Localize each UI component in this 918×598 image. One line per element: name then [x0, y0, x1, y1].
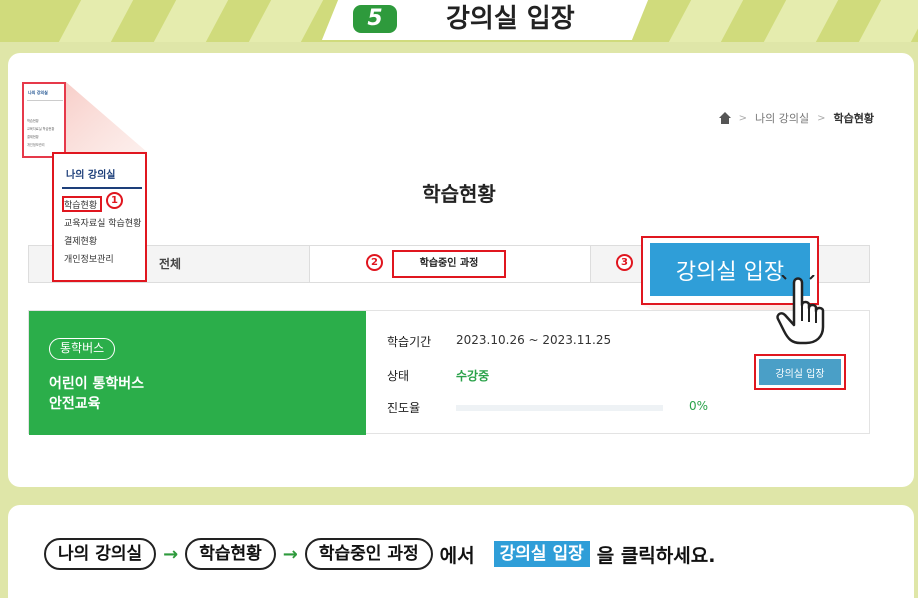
progress-label: 진도율	[387, 401, 421, 415]
course-title-line2: 안전교육	[49, 396, 101, 412]
sidebar-menu-title: 나의 강의실	[66, 170, 116, 181]
instruction-row: 나의 강의실 → 학습현황 → 학습중인 과정 에서 강의실 입장 을 클릭하세…	[44, 534, 715, 574]
thumbnail-item: 학습현황	[27, 119, 39, 123]
pointer-hand-icon	[776, 275, 825, 345]
sidebar-menu-zoom: 나의 강의실 학습현황 교육자료실 학습현황 결제현황 개인정보관리	[52, 152, 147, 282]
progress-bar	[456, 405, 663, 411]
instruction-step-my-classroom: 나의 강의실	[44, 538, 157, 570]
status-label: 상태	[387, 369, 410, 383]
course-banner: 통학버스 어린이 통학버스 안전교육	[29, 311, 366, 435]
sidebar-item-materials-status[interactable]: 교육자료실 학습현황	[64, 216, 141, 229]
arrow-icon: →	[282, 543, 298, 565]
breadcrumb-my-classroom[interactable]: 나의 강의실	[755, 110, 809, 126]
enter-classroom-button[interactable]: 강의실 입장	[759, 359, 841, 385]
thumbnail-item: 개인정보관리	[27, 143, 45, 147]
thumbnail-divider	[27, 100, 63, 101]
course-category-badge: 통학버스	[49, 338, 116, 360]
sidebar-menu-underline	[62, 187, 142, 189]
callout-1: 1	[106, 192, 123, 209]
instruction-highlight: 강의실 입장	[493, 541, 590, 567]
course-card: 통학버스 어린이 통학버스 안전교육 학습기간 2023.10.26 ~ 202…	[28, 310, 870, 435]
status-value: 수강중	[456, 369, 490, 383]
progress-percent: 0%	[689, 399, 709, 413]
arrow-icon: →	[163, 543, 179, 565]
breadcrumb-separator: >	[817, 112, 826, 124]
sidebar-item-payment[interactable]: 결제현황	[64, 234, 97, 247]
tab-in-progress-label: 학습중인 과정	[392, 250, 506, 278]
breadcrumb-separator: >	[738, 112, 748, 124]
sidebar-item-learning-status[interactable]: 학습현황	[64, 198, 97, 211]
course-title-line1: 어린이 통학버스	[49, 376, 145, 392]
instruction-step-learning-status: 학습현황	[185, 538, 276, 570]
instruction-step-in-progress: 학습중인 과정	[304, 538, 433, 570]
breadcrumb-current: 학습현황	[833, 112, 874, 125]
thumbnail-item: 결제현황	[27, 135, 39, 139]
sidebar-thumbnail: 나의 강의실 학습현황 교육자료실 학습현황 결제현황 개인정보관리	[22, 82, 66, 158]
callout-2: 2	[366, 254, 383, 271]
home-icon[interactable]	[718, 112, 731, 124]
period-value: 2023.10.26 ~ 2023.11.25	[456, 333, 612, 347]
tab-in-progress[interactable]: 학습중인 과정	[309, 246, 591, 282]
instruction-connector: 에서	[439, 544, 475, 567]
thumbnail-item: 교육자료실 학습현황	[27, 127, 55, 131]
thumbnail-title: 나의 강의실	[28, 90, 48, 95]
instruction-suffix: 을 클릭하세요.	[596, 544, 716, 567]
breadcrumb: > 나의 강의실 > 학습현황	[718, 110, 874, 126]
period-label: 학습기간	[387, 335, 432, 349]
sidebar-item-profile[interactable]: 개인정보관리	[64, 252, 114, 265]
callout-3: 3	[616, 254, 633, 271]
